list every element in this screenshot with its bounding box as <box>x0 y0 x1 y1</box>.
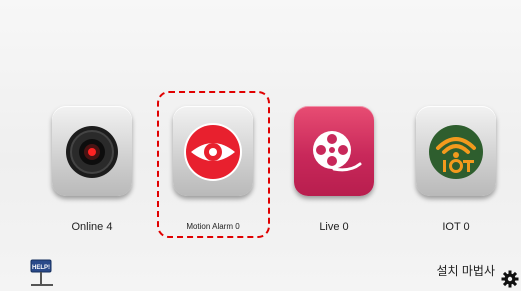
help-sign-text: HELP! <box>32 265 50 271</box>
record-lens-icon <box>66 126 118 178</box>
online-label: Online 4 <box>71 221 113 233</box>
setup-wizard-link[interactable]: 설치 마법사 <box>436 262 495 279</box>
motion-alarm-label: Motion Alarm 0 <box>186 222 240 231</box>
help-button[interactable]: HELP! <box>29 259 55 287</box>
gear-icon[interactable] <box>501 270 519 288</box>
eye-icon <box>184 123 242 181</box>
iot-tile[interactable] <box>416 106 496 196</box>
iot-wifi-icon <box>429 125 483 179</box>
live-tile[interactable] <box>294 106 374 196</box>
live-label: Live 0 <box>319 221 349 233</box>
film-reel-icon <box>313 131 362 172</box>
iot-label: IOT 0 <box>442 221 470 233</box>
motion-alarm-tile[interactable] <box>173 106 253 196</box>
online-tile[interactable] <box>52 106 132 196</box>
help-sign-icon: HELP! <box>30 259 53 286</box>
